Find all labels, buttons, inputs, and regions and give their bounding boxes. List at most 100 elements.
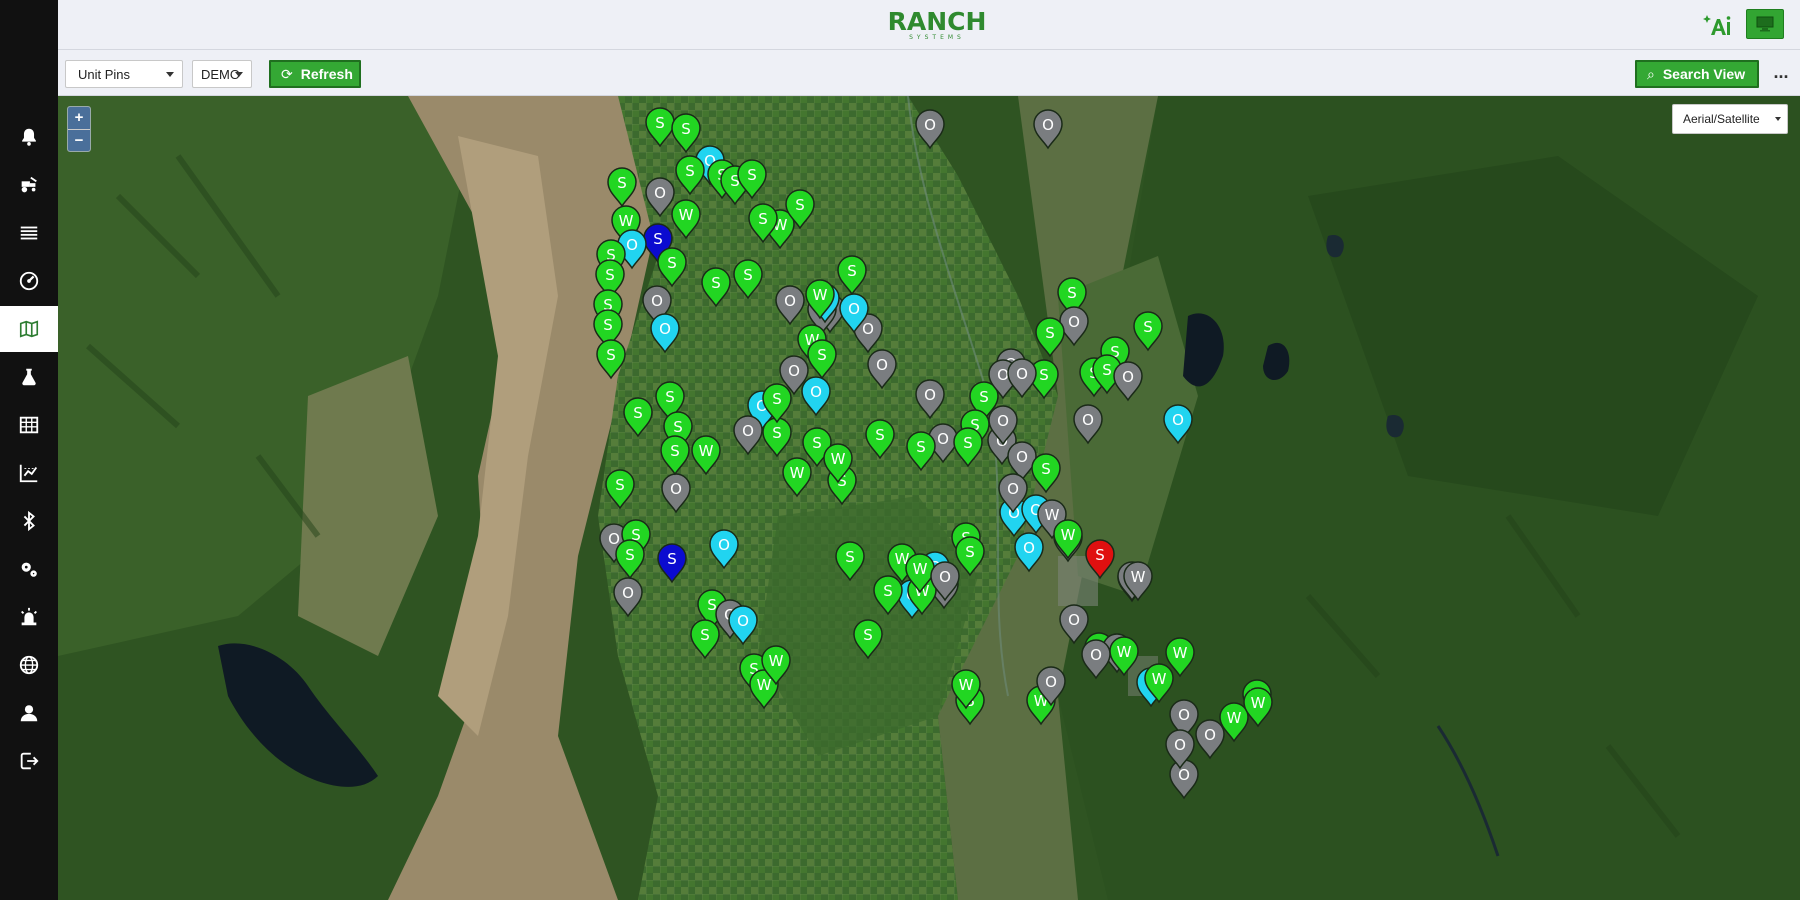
sidebar-item-map[interactable]	[0, 306, 58, 352]
map-pin[interactable]: O	[867, 349, 897, 390]
sidebar-item-settings[interactable]	[0, 546, 58, 592]
map-pin[interactable]: O	[801, 376, 831, 417]
map-pin[interactable]: O	[915, 379, 945, 420]
sidebar-item-account[interactable]	[0, 690, 58, 736]
map-pin[interactable]: S	[675, 155, 705, 196]
sidebar-item-reports[interactable]	[0, 450, 58, 496]
map-pin[interactable]: O	[709, 529, 739, 570]
refresh-button[interactable]: ⟳ Refresh	[269, 60, 361, 88]
map-pin-label: O	[1045, 673, 1057, 691]
map-pin[interactable]: O	[1113, 361, 1143, 402]
map-pin[interactable]: O	[1163, 404, 1193, 445]
zoom-out-button[interactable]: −	[68, 129, 90, 151]
more-options-button[interactable]: ...	[1770, 62, 1792, 86]
map-pin[interactable]: S	[623, 397, 653, 438]
map-pin[interactable]: S	[1133, 311, 1163, 352]
map-pin[interactable]: O	[1169, 759, 1199, 800]
map-pin[interactable]: S	[657, 247, 687, 288]
sidebar-item-table[interactable]	[0, 402, 58, 448]
map-pin-label: O	[1016, 365, 1028, 383]
map-pin[interactable]: S	[660, 435, 690, 476]
map-pin[interactable]: S	[701, 267, 731, 308]
map-pin[interactable]: S	[733, 259, 763, 300]
map-pin-label: S	[667, 254, 677, 272]
map-pin[interactable]: S	[690, 619, 720, 660]
sidebar-item-list[interactable]	[0, 210, 58, 256]
map-pin[interactable]: O	[915, 109, 945, 150]
map-pin[interactable]: O	[1059, 306, 1089, 347]
map-pin[interactable]: S	[835, 541, 865, 582]
map-pin[interactable]: S	[671, 113, 701, 154]
map-pin[interactable]: O	[1073, 404, 1103, 445]
map-pin[interactable]: S	[645, 107, 675, 148]
map-pin[interactable]: S	[605, 469, 635, 510]
chevron-down-icon	[1775, 117, 1781, 121]
map-pin-label: S	[1102, 361, 1112, 379]
map-pin[interactable]: O	[1081, 639, 1111, 680]
map-pin-label: O	[1068, 611, 1080, 629]
zoom-in-button[interactable]: +	[68, 107, 90, 129]
map-pin-label: S	[707, 596, 717, 614]
map-pin-label: O	[784, 292, 796, 310]
map-pin-label: S	[700, 626, 710, 644]
map-pin[interactable]: S	[853, 619, 883, 660]
map-pin[interactable]: S	[906, 431, 936, 472]
map-pin[interactable]: W	[691, 435, 721, 476]
map-pin[interactable]: O	[733, 415, 763, 456]
sidebar-item-dashboard[interactable]	[0, 258, 58, 304]
sidebar-item-alerts[interactable]	[0, 594, 58, 640]
map-pin-label: S	[812, 434, 822, 452]
sidebar-item-bluetooth[interactable]	[0, 498, 58, 544]
map-pin-label: O	[862, 320, 874, 338]
map-pin[interactable]: O	[775, 285, 805, 326]
map-pin[interactable]: S	[1085, 539, 1115, 580]
sidebar-item-globe[interactable]	[0, 642, 58, 688]
satellite-map[interactable]: SSOOSWOSSOWSSSWSSOOSSSSOSSSSOOOWSWSSOSOS…	[58, 96, 1800, 900]
map-pin[interactable]: O	[1195, 719, 1225, 760]
map-pin-label: W	[1045, 506, 1060, 524]
map-pin[interactable]: O	[645, 177, 675, 218]
map-pin[interactable]: O	[1033, 109, 1063, 150]
map-pin-label: S	[667, 550, 677, 568]
map-pin-label: W	[1131, 568, 1146, 586]
sidebar-item-lab[interactable]	[0, 354, 58, 400]
map-pin[interactable]: S	[607, 167, 637, 208]
map-pin[interactable]: O	[728, 605, 758, 646]
map-pin[interactable]: S	[762, 417, 792, 458]
map-pin[interactable]: O	[613, 577, 643, 618]
map-pin-label: S	[1039, 366, 1049, 384]
map-pin[interactable]: S	[657, 543, 687, 584]
map-pin-label: S	[1143, 318, 1153, 336]
map-pin[interactable]: S	[955, 536, 985, 577]
map-pin[interactable]: S	[596, 339, 626, 380]
map-pin[interactable]: W	[1053, 519, 1083, 560]
map-icon	[19, 320, 39, 338]
map-pin[interactable]: O	[1007, 358, 1037, 399]
map-pin[interactable]: O	[1059, 604, 1089, 645]
map-pin[interactable]: W	[671, 199, 701, 240]
map-pin[interactable]: S	[873, 575, 903, 616]
map-pin[interactable]: S	[1035, 317, 1065, 358]
map-pin[interactable]: S	[865, 419, 895, 460]
map-pin[interactable]: O	[650, 313, 680, 354]
map-pin[interactable]: S	[953, 427, 983, 468]
map-pin[interactable]: O	[1014, 532, 1044, 573]
sidebar-item-equipment[interactable]	[0, 162, 58, 208]
search-view-button[interactable]: ⌕ Search View	[1635, 60, 1759, 88]
map-pin[interactable]: W	[782, 457, 812, 498]
map-layer-select[interactable]: Aerial/Satellite	[1672, 104, 1788, 134]
map-pin[interactable]: O	[661, 473, 691, 514]
map-pin[interactable]: S	[807, 339, 837, 380]
map-pin[interactable]: S	[1031, 453, 1061, 494]
map-pin[interactable]: S	[615, 539, 645, 580]
display-button[interactable]	[1746, 9, 1784, 39]
view-mode-select[interactable]: Unit Pins	[65, 60, 183, 88]
map-pin-label: O	[654, 184, 666, 202]
ai-assistant-icon[interactable]	[1703, 11, 1733, 39]
map-pin[interactable]: S	[837, 255, 867, 296]
map-pin-label: W	[679, 206, 694, 224]
map-pin-label: W	[1152, 670, 1167, 688]
sidebar-item-notifications[interactable]	[0, 114, 58, 160]
account-select[interactable]: DEMO	[192, 60, 252, 88]
sidebar-item-logout[interactable]	[0, 738, 58, 784]
